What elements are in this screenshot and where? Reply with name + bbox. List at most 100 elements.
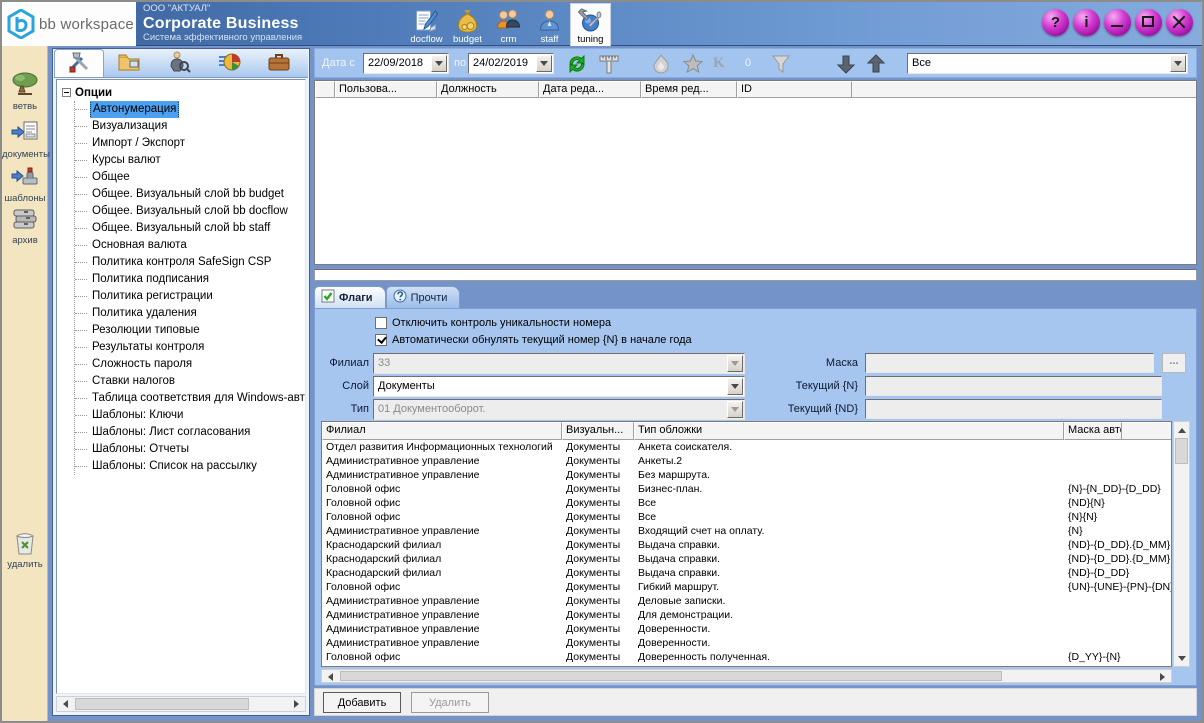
options-tab-folder[interactable] xyxy=(104,49,154,77)
tree-horizontal-scrollbar[interactable] xyxy=(56,696,306,712)
scroll-up-icon[interactable] xyxy=(1175,423,1188,437)
module-tab-budget[interactable]: budget xyxy=(447,3,488,46)
scroll-right-icon[interactable] xyxy=(1155,671,1170,683)
scroll-down-icon[interactable] xyxy=(1175,651,1188,665)
date-from-select[interactable]: 22/09/2018 xyxy=(363,53,449,74)
scrollbar-thumb[interactable] xyxy=(1175,438,1188,464)
module-tab-tuning[interactable]: tuning xyxy=(570,3,611,46)
rail-item-delete[interactable]: удалить xyxy=(2,528,48,570)
delete-button[interactable]: Удалить xyxy=(411,692,489,713)
module-tab-crm[interactable]: crm xyxy=(488,3,529,46)
date-to-select[interactable]: 24/02/2019 xyxy=(468,53,554,74)
options-tab-reports[interactable] xyxy=(204,49,254,77)
table-row[interactable]: Головной офисДокументы Гибкий маршрут.{U… xyxy=(322,580,1171,594)
table-row[interactable]: Краснодарский филиалДокументы Выдача спр… xyxy=(322,538,1171,552)
tree-item[interactable]: Политика подписания xyxy=(75,271,305,288)
rail-item-documents[interactable]: документы xyxy=(2,118,48,160)
rail-item-templates[interactable]: шаблоны xyxy=(2,162,48,204)
tree-item[interactable]: Общее. Визуальный слой bb budget xyxy=(75,186,305,203)
table-row[interactable]: Краснодарский филиалДокументы Выдача спр… xyxy=(322,552,1171,566)
settings-tab-flags[interactable]: Флаги xyxy=(314,286,386,308)
scroll-left-icon[interactable] xyxy=(58,698,73,710)
help-button[interactable]: ? xyxy=(1042,9,1069,36)
checkbox-box[interactable] xyxy=(375,317,387,329)
scrollbar-thumb[interactable] xyxy=(75,698,249,710)
chevron-down-icon[interactable] xyxy=(1170,55,1186,72)
covers-vertical-scrollbar[interactable] xyxy=(1173,421,1190,667)
rail-item-branch[interactable]: ветвь xyxy=(2,70,48,112)
scroll-left-icon[interactable] xyxy=(323,671,338,683)
tree-item[interactable]: Основная валюта xyxy=(75,237,305,254)
settings-tab-other[interactable]: Прочти xyxy=(386,286,461,308)
table-row[interactable]: Головной офисДокументы Все{N}{N} xyxy=(322,510,1171,524)
history-table-scroll-strip[interactable] xyxy=(314,269,1197,281)
options-tab-tools[interactable] xyxy=(54,49,104,77)
column-header[interactable]: Должность xyxy=(437,81,539,98)
current-n-field[interactable] xyxy=(865,376,1162,396)
table-row[interactable]: Административное управлениеДокументы Без… xyxy=(322,468,1171,482)
scrollbar-thumb[interactable] xyxy=(340,671,1002,681)
module-tab-staff[interactable]: staff xyxy=(529,3,570,46)
tree-item[interactable]: Визуализация xyxy=(75,118,305,135)
tree-item[interactable]: Общее xyxy=(75,169,305,186)
table-row[interactable]: Административное управлениеДокументы Дов… xyxy=(322,636,1171,650)
minimize-button[interactable] xyxy=(1104,9,1131,36)
table-row[interactable]: Головной офисДокументы Бизнес-план.{N}-{… xyxy=(322,482,1171,496)
collapse-icon[interactable] xyxy=(62,88,71,97)
checkbox-box[interactable] xyxy=(375,334,387,346)
module-tab-docflow[interactable]: docflow xyxy=(406,3,447,46)
mask-field[interactable] xyxy=(865,353,1154,373)
column-header[interactable]: Филиал xyxy=(322,422,562,440)
column-header[interactable]: Дата реда... xyxy=(539,81,641,98)
table-row[interactable]: Административное управлениеДокументы Вхо… xyxy=(322,524,1171,538)
tree-item[interactable]: Шаблоны: Список на рассылку xyxy=(75,458,305,475)
options-tab-inspector[interactable] xyxy=(154,49,204,77)
table-row[interactable]: Административное управлениеДокументы Дел… xyxy=(322,594,1171,608)
checkbox[interactable]: Автоматически обнулять текущий номер {N}… xyxy=(375,334,692,346)
options-tab-case[interactable] xyxy=(254,49,304,77)
close-button[interactable] xyxy=(1166,9,1193,36)
add-button[interactable]: Добавить xyxy=(323,692,401,713)
tree-item[interactable]: Ставки налогов xyxy=(75,373,305,390)
table-row[interactable]: Головной офисДокументы Доверенность полу… xyxy=(322,650,1171,664)
table-row[interactable]: Административное управлениеДокументы Дов… xyxy=(322,622,1171,636)
maximize-button[interactable] xyxy=(1135,9,1162,36)
type-select[interactable]: 01 Документооборот. xyxy=(373,399,745,420)
tree-item[interactable]: Резолюции типовые xyxy=(75,322,305,339)
tree-item[interactable]: Таблица соответствия для Windows-авто xyxy=(75,390,305,407)
table-row[interactable]: Отдел развития Информационных технологий… xyxy=(322,440,1171,454)
tree-item[interactable]: Общее. Визуальный слой bb staff xyxy=(75,220,305,237)
tree-item[interactable]: Импорт / Экспорт xyxy=(75,135,305,152)
table-row[interactable]: Головной офисДокументы Все{ND}{N} xyxy=(322,496,1171,510)
table-row[interactable]: Административное управлениеДокументы Анк… xyxy=(322,454,1171,468)
tree-item[interactable]: Политика удаления xyxy=(75,305,305,322)
tree-item[interactable]: Политика контроля SafeSign CSP xyxy=(75,254,305,271)
star-icon[interactable] xyxy=(681,53,705,75)
checkbox[interactable]: Отключить контроль уникальности номера xyxy=(375,317,611,329)
current-nd-field[interactable] xyxy=(865,399,1162,419)
move-up-icon[interactable] xyxy=(864,53,888,75)
info-button[interactable]: i xyxy=(1073,9,1100,36)
tree-item[interactable]: Сложность пароля xyxy=(75,356,305,373)
column-header[interactable]: Маска автономера xyxy=(1064,422,1122,440)
tree-item[interactable]: Шаблоны: Ключи xyxy=(75,407,305,424)
tree-item[interactable]: Курсы валют xyxy=(75,152,305,169)
tree-item[interactable]: Политика регистрации xyxy=(75,288,305,305)
column-header[interactable]: Визуальн... xyxy=(562,422,634,440)
rail-item-archive[interactable]: архив xyxy=(2,204,48,246)
move-down-icon[interactable] xyxy=(834,53,858,75)
tree-item[interactable]: Общее. Визуальный слой bb docflow xyxy=(75,203,305,220)
tree-item[interactable]: Шаблоны: Лист согласования xyxy=(75,424,305,441)
k-filter-button[interactable]: K xyxy=(713,55,725,72)
table-row[interactable]: Краснодарский филиалДокументы Выдача спр… xyxy=(322,566,1171,580)
table-row[interactable]: Административное управлениеДокументы Для… xyxy=(322,608,1171,622)
column-header[interactable]: ID xyxy=(737,81,852,98)
tree-item[interactable]: Результаты контроля xyxy=(75,339,305,356)
covers-horizontal-scrollbar[interactable] xyxy=(321,669,1172,683)
filial-select[interactable]: 33 xyxy=(373,353,745,374)
funnel-icon[interactable] xyxy=(769,53,793,75)
column-header[interactable]: Время ред... xyxy=(641,81,737,98)
column-header[interactable] xyxy=(315,81,335,98)
scroll-right-icon[interactable] xyxy=(289,698,304,710)
layer-select[interactable]: Документы xyxy=(373,376,745,397)
